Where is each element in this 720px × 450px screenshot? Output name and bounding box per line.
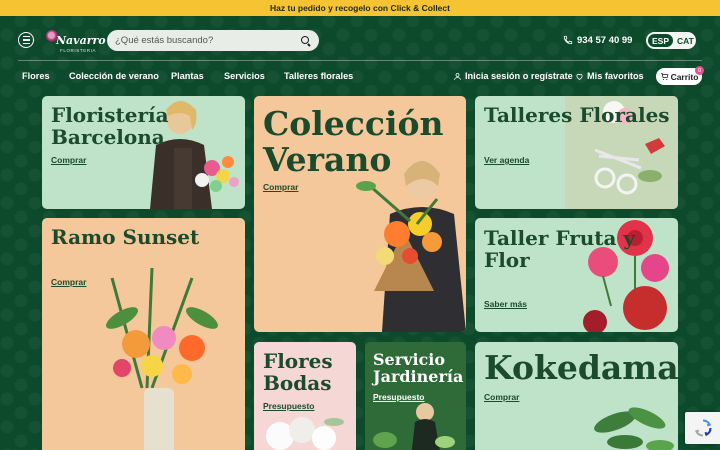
card-title: Servicio Jardinería xyxy=(373,350,464,387)
card-link-comprar[interactable]: Comprar xyxy=(51,277,86,287)
search-icon[interactable] xyxy=(301,35,311,46)
user-icon xyxy=(454,72,461,80)
nav-item-servicios[interactable]: Servicios xyxy=(224,71,265,81)
nav-item-flores[interactable]: Flores xyxy=(22,71,50,81)
lang-esp[interactable]: ESP xyxy=(648,34,674,47)
language-switcher: ESP CAT xyxy=(646,32,696,49)
logo[interactable]: Navarro FLORISTERIA xyxy=(46,28,106,56)
search-input[interactable] xyxy=(115,35,301,46)
card-title: Floristería Barcelona xyxy=(51,103,169,149)
card-link-comprar[interactable]: Comprar xyxy=(51,155,86,165)
card-link-comprar[interactable]: Comprar xyxy=(263,182,298,192)
card-talleres-florales[interactable]: Talleres Florales Ver agenda xyxy=(475,96,678,209)
card-link-comprar[interactable]: Comprar xyxy=(484,392,519,402)
login-link[interactable]: Inicia sesión o regístrate xyxy=(453,71,573,81)
card-link-presupuesto[interactable]: Presupuesto xyxy=(263,401,315,411)
recaptcha-icon xyxy=(694,419,712,437)
logo-subtitle: FLORISTERIA xyxy=(60,48,97,53)
site-header: Navarro FLORISTERIA 934 57 40 99 ESP CAT xyxy=(0,16,720,62)
phone-icon xyxy=(563,35,573,45)
card-title: Talleres Florales xyxy=(484,103,670,127)
lang-cat[interactable]: CAT xyxy=(673,34,698,47)
card-link-ver-agenda[interactable]: Ver agenda xyxy=(484,155,529,165)
card-taller-fruta-y-flor[interactable]: Taller Fruta y Flor Saber más xyxy=(475,218,678,332)
card-servicio-jardineria[interactable]: Servicio Jardinería Presupuesto xyxy=(365,342,466,450)
cart-icon xyxy=(660,73,668,81)
recaptcha-badge[interactable] xyxy=(685,412,720,444)
nav-item-talleres-florales[interactable]: Talleres florales xyxy=(284,71,353,81)
card-title: Kokedamas xyxy=(484,348,678,387)
nav-item-coleccion-verano[interactable]: Colección de verano xyxy=(69,71,159,81)
menu-icon[interactable] xyxy=(18,32,34,48)
phone-link[interactable]: 934 57 40 99 xyxy=(563,33,632,47)
card-kokedamas[interactable]: Kokedamas Comprar xyxy=(475,342,678,450)
search-bar xyxy=(107,30,319,51)
card-title: Taller Fruta y Flor xyxy=(484,226,636,272)
card-ramo-sunset[interactable]: Ramo Sunset Comprar xyxy=(42,218,245,450)
sunset-bouquet-image xyxy=(106,267,218,450)
card-floristeria-barcelona[interactable]: Floristería Barcelona Comprar xyxy=(42,96,245,209)
card-link-saber-mas[interactable]: Saber más xyxy=(484,299,527,309)
card-link-presupuesto[interactable]: Presupuesto xyxy=(373,392,425,402)
nav-item-plantas[interactable]: Plantas xyxy=(171,71,204,81)
card-flores-bodas[interactable]: Flores Bodas Presupuesto xyxy=(254,342,356,450)
login-label: Inicia sesión o regístrate xyxy=(465,71,573,81)
logo-name: Navarro xyxy=(56,34,106,47)
promo-text: Haz tu pedido y recogelo con Click & Col… xyxy=(270,3,450,13)
favorites-link[interactable]: Mis favoritos xyxy=(575,71,644,81)
main-nav: Flores Colección de verano Plantas Servi… xyxy=(0,64,720,90)
header-divider xyxy=(18,60,702,61)
phone-number: 934 57 40 99 xyxy=(577,34,633,46)
card-coleccion-verano[interactable]: Colección Verano Comprar xyxy=(254,96,466,332)
favorites-label: Mis favoritos xyxy=(587,71,644,81)
card-title: Colección Verano xyxy=(263,104,444,179)
card-title: Flores Bodas xyxy=(263,349,333,395)
promo-banner[interactable]: Haz tu pedido y recogelo con Click & Col… xyxy=(0,0,720,16)
cart-count-badge: 0 xyxy=(695,66,704,75)
heart-icon xyxy=(576,73,583,80)
card-title: Ramo Sunset xyxy=(51,225,200,249)
cart-label: Carrito xyxy=(670,71,699,82)
